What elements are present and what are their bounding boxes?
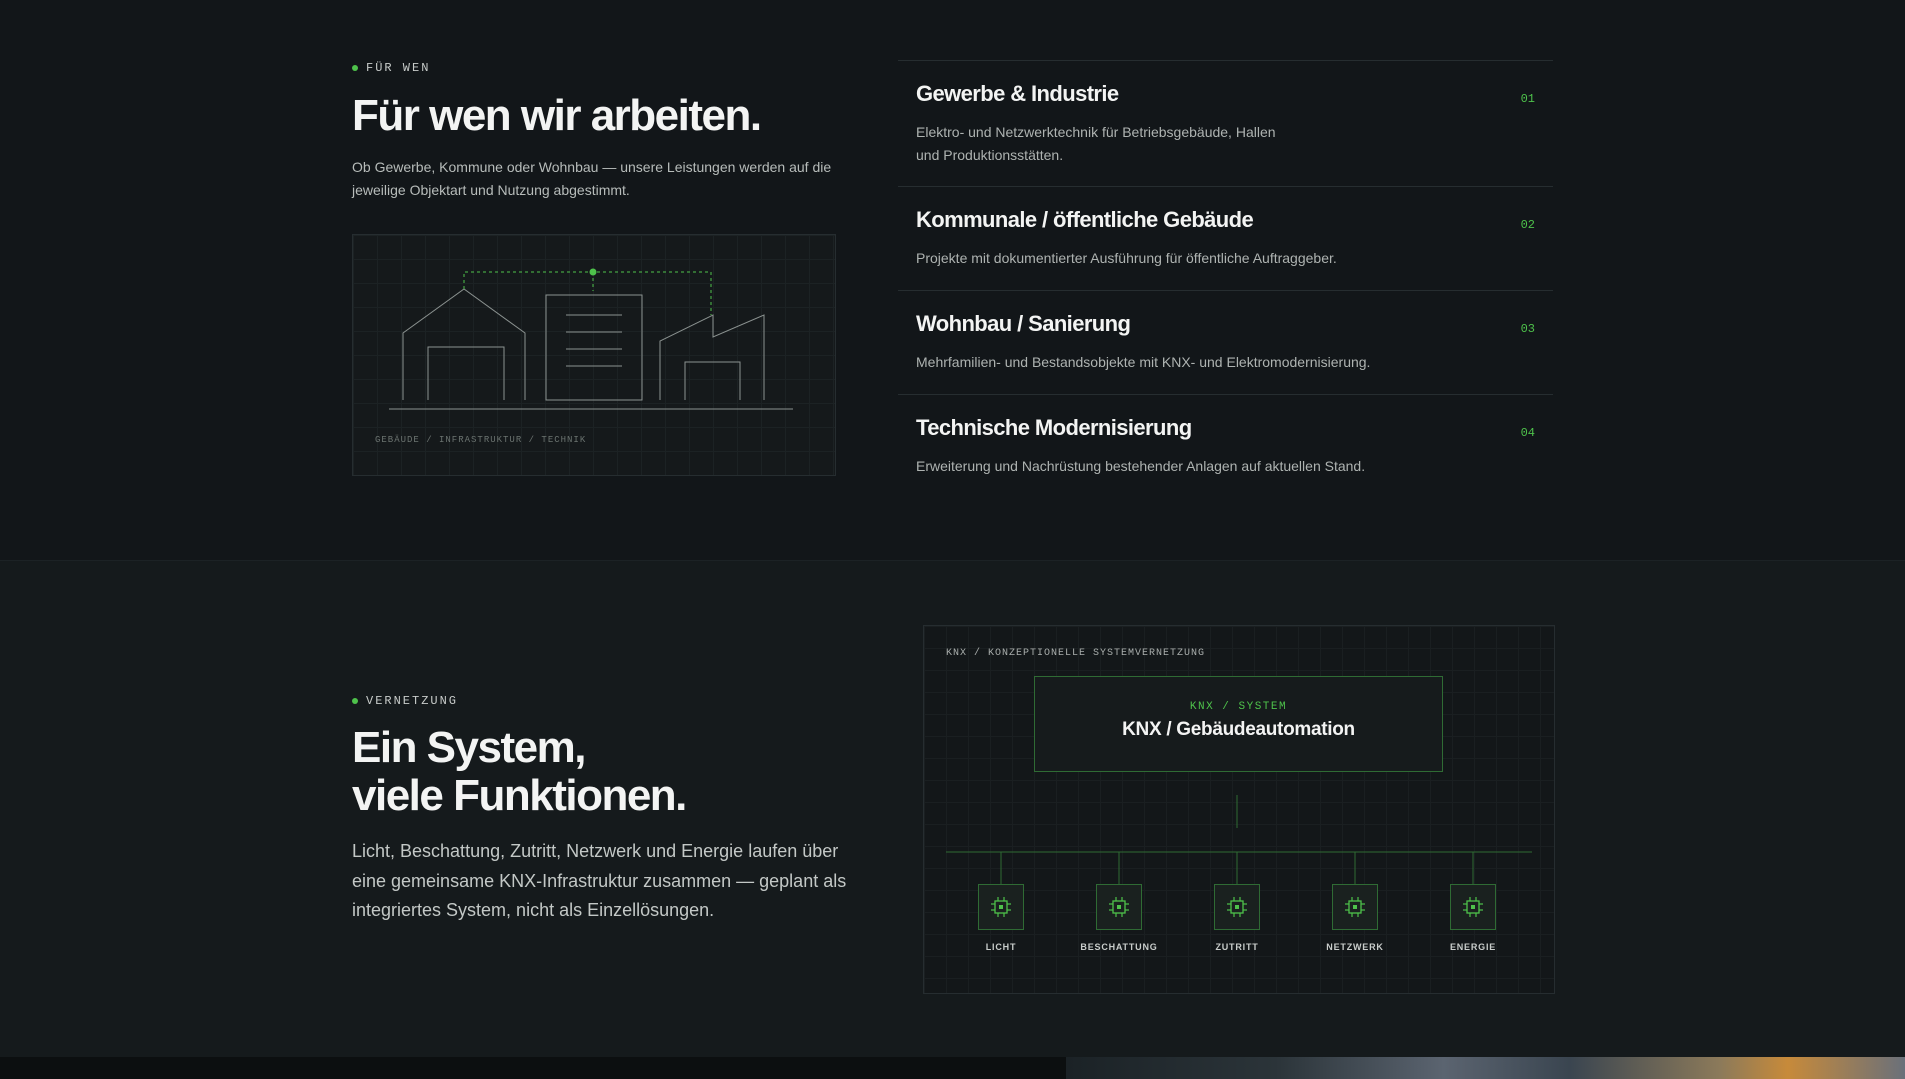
chip-icon	[991, 897, 1011, 917]
factory-door	[684, 361, 741, 400]
audience-item-modernisierung: Technische Modernisierung 04 Erweiterung…	[898, 394, 1553, 485]
knx-core-box: KNX / SYSTEM KNX / Gebäudeautomation	[1034, 676, 1443, 772]
networking-heading-line: viele Funktionen.	[352, 771, 687, 820]
item-title: Technische Modernisierung	[916, 415, 1192, 440]
networking-eyebrow-label: VERNETZUNG	[366, 694, 459, 708]
item-title: Wohnbau / Sanierung	[916, 311, 1131, 336]
audience-item-gewerbe: Gewerbe & Industrie 01 Elektro- und Netz…	[898, 60, 1553, 186]
next-section-photo	[1066, 1057, 1905, 1079]
core-kicker: KNX / SYSTEM	[1189, 701, 1288, 713]
audience-list: Gewerbe & Industrie 01 Elektro- und Netz…	[898, 60, 1553, 485]
audience-item-wohnbau: Wohnbau / Sanierung 03 Mehrfamilien- und…	[898, 290, 1553, 394]
node-label: ENERGIE	[1449, 942, 1497, 952]
illustration-caption: GEBÄUDE / INFRASTRUKTUR / TECHNIK	[375, 435, 587, 445]
networking-heading: Ein System, viele Funktionen.	[352, 723, 687, 820]
item-description: Erweiterung und Nachrüstung bestehender …	[916, 458, 1366, 474]
warehouse-outline	[402, 288, 526, 400]
node-licht	[978, 884, 1024, 930]
eyebrow-dot	[352, 65, 358, 71]
chip-icon	[1345, 897, 1365, 917]
node-label: NETZWERK	[1326, 942, 1384, 952]
factory-outline	[659, 314, 765, 400]
item-description-line: Elektro- und Netzwerktechnik für Betrieb…	[916, 124, 1276, 140]
item-number: 04	[1520, 426, 1535, 440]
core-title: KNX / Gebäudeautomation	[1122, 719, 1355, 740]
node-label: LICHT	[985, 942, 1017, 952]
item-title: Gewerbe & Industrie	[916, 81, 1119, 106]
node-label: BESCHATTUNG	[1080, 942, 1158, 952]
audience-lead: Ob Gewerbe, Kommune oder Wohnbau — unser…	[352, 156, 872, 202]
eyebrow-dot	[352, 698, 358, 704]
node-netzwerk	[1332, 884, 1378, 930]
audience-heading: Für wen wir arbeiten.	[352, 91, 762, 140]
item-description: Mehrfamilien- und Bestandsobjekte mit KN…	[916, 354, 1371, 370]
networking-lead: Licht, Beschattung, Zutritt, Netzwerk un…	[352, 837, 892, 926]
item-description-line: und Produktionsstätten.	[916, 147, 1064, 163]
networking-heading-line: Ein System,	[352, 723, 586, 772]
node-zutritt	[1214, 884, 1260, 930]
office-outline	[545, 294, 643, 401]
item-number: 02	[1520, 218, 1535, 232]
item-number: 01	[1520, 92, 1535, 106]
chip-icon	[1109, 897, 1129, 917]
audience-eyebrow-label: FÜR WEN	[366, 61, 431, 75]
knx-system-diagram: KNX / KONZEPTIONELLE SYSTEMVERNETZUNG KN…	[923, 625, 1555, 994]
item-description: Projekte mit dokumentierter Ausführung f…	[916, 250, 1337, 266]
audience-lead-line: jeweilige Objektart und Nutzung abgestim…	[352, 182, 630, 198]
node-label: ZUTRITT	[1215, 942, 1259, 952]
chip-icon	[1463, 897, 1483, 917]
warehouse-door	[427, 346, 505, 400]
network-node-dot	[589, 268, 597, 276]
item-description: Elektro- und Netzwerktechnik für Betrieb…	[916, 121, 1276, 167]
chip-icon	[1227, 897, 1247, 917]
audience-eyebrow: FÜR WEN	[352, 61, 430, 75]
networking-eyebrow: VERNETZUNG	[352, 694, 458, 708]
networking-lead-line: integriertes System, nicht als Einzellös…	[352, 900, 715, 920]
networking-lead-line: eine gemeinsame KNX-Infrastruktur zusamm…	[352, 870, 847, 891]
audience-lead-line: Ob Gewerbe, Kommune oder Wohnbau — unser…	[352, 159, 832, 175]
item-title: Kommunale / öffentliche Gebäude	[916, 207, 1254, 232]
item-number: 03	[1520, 322, 1535, 336]
networking-lead-line: Licht, Beschattung, Zutritt, Netzwerk un…	[352, 841, 839, 861]
node-energie	[1450, 884, 1496, 930]
node-beschattung	[1096, 884, 1142, 930]
building-illustration: GEBÄUDE / INFRASTRUKTUR / TECHNIK	[352, 234, 836, 476]
diagram-caption: KNX / KONZEPTIONELLE SYSTEMVERNETZUNG	[946, 648, 1206, 659]
network-line	[463, 271, 712, 315]
audience-item-kommunal: Kommunale / öffentliche Gebäude 02 Proje…	[898, 186, 1553, 290]
